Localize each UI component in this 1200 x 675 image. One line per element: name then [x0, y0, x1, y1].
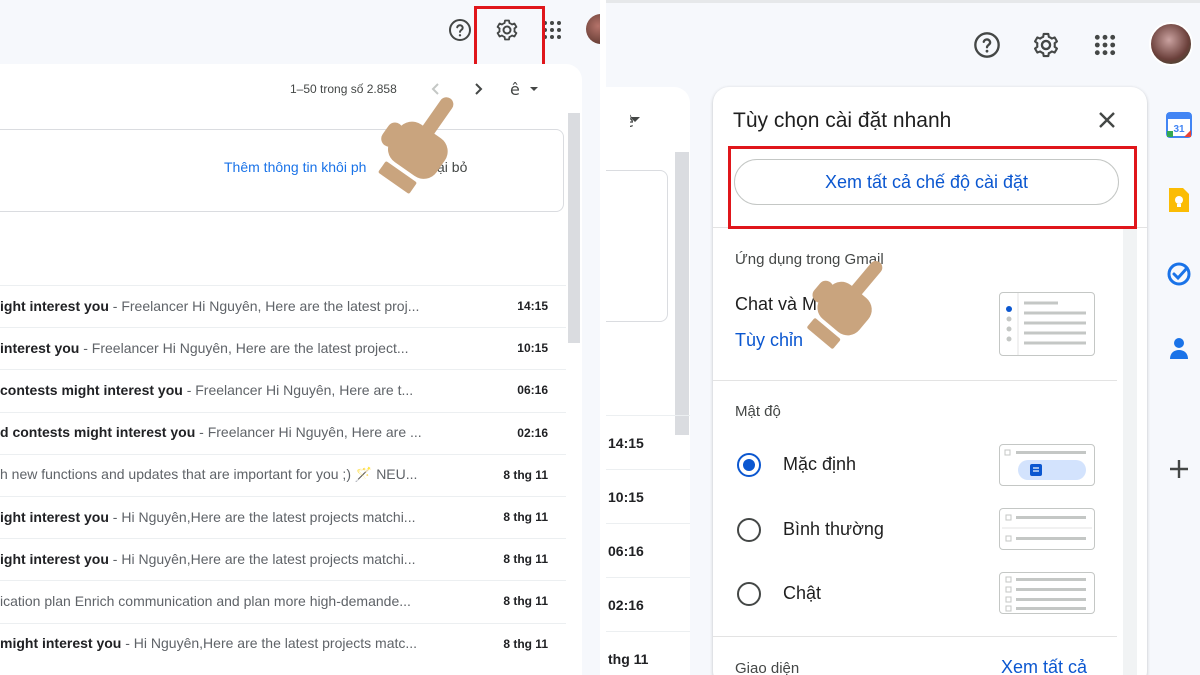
input-tools-icon[interactable]: ê [508, 80, 542, 98]
customize-link[interactable]: Tùy chỉn [735, 330, 803, 351]
gmail-quick-settings-right: ê 14:1510:1506:1602:16thg 11 Tùy chọn cà… [606, 0, 1200, 675]
density-normal-radio[interactable] [737, 518, 761, 542]
keep-icon[interactable] [1165, 186, 1193, 214]
chevron-right-icon[interactable] [470, 81, 486, 97]
theme-heading: Giao diện [735, 660, 800, 675]
density-compact-label: Chật [783, 583, 822, 603]
email-row[interactable]: d contests might interest you - Freelanc… [0, 411, 566, 454]
email-time: 02:16 [511, 425, 548, 440]
email-time: 8 thg 11 [497, 467, 548, 482]
email-preview: interest you - Freelancer Hi Nguyên, Her… [0, 340, 548, 358]
email-preview: ight interest you - Hi Nguyên,Here are t… [0, 551, 548, 569]
contacts-icon[interactable] [1165, 334, 1193, 362]
email-subject: d contests might interest you [0, 424, 196, 441]
scrollbar[interactable] [675, 152, 689, 435]
screenshot-root: 1–50 trong số 2.858 ê Thêm thông tin khô… [0, 0, 1200, 675]
email-row[interactable]: might interest you - Hi Nguyên,Here are … [0, 622, 566, 665]
email-row[interactable]: ight interest you - Freelancer Hi Nguyên… [0, 285, 566, 327]
chat-layout-preview [999, 292, 1095, 356]
density-default-radio[interactable] [737, 453, 761, 477]
svg-text:ê: ê [510, 80, 520, 98]
add-app-plus-icon[interactable] [1165, 455, 1193, 483]
email-row[interactable]: ication plan Enrich communication and pl… [0, 580, 566, 622]
email-subject: ight interest you [0, 550, 109, 567]
email-list: ight interest you - Freelancer Hi Nguyên… [0, 285, 566, 665]
email-snippet: ication plan Enrich communication and pl… [0, 592, 411, 609]
help-icon[interactable] [447, 17, 473, 43]
density-compact-preview [999, 572, 1095, 614]
divider [713, 380, 1117, 381]
email-snippet: - Freelancer Hi Nguyên, Here are t... [182, 381, 414, 398]
scrollbar[interactable] [568, 113, 580, 343]
quick-settings-title: Tùy chọn cài đặt nhanh [733, 109, 952, 132]
pointing-hand-icon [378, 97, 454, 194]
email-time: 10:15 [511, 341, 548, 356]
email-row[interactable]: ight interest you - Hi Nguyên,Here are t… [0, 538, 566, 580]
email-time: thg 11 [606, 631, 690, 675]
email-time: 8 thg 11 [497, 509, 548, 524]
email-preview: ication plan Enrich communication and pl… [0, 593, 548, 611]
top-border [606, 0, 1200, 3]
email-time: 10:15 [606, 469, 690, 523]
email-preview: contests might interest you - Freelancer… [0, 382, 548, 400]
email-snippet: - Freelancer Hi Nguyên, Here are the lat… [108, 297, 420, 314]
calendar-icon[interactable]: 31 [1165, 111, 1193, 139]
email-preview: ight interest you - Hi Nguyên,Here are t… [0, 509, 548, 527]
email-snippet: - Freelancer Hi Nguyên, Here are the lat… [79, 339, 409, 356]
email-subject: ight interest you [0, 297, 109, 314]
gmail-inbox-left: 1–50 trong số 2.858 ê Thêm thông tin khô… [0, 0, 600, 675]
email-time: 06:16 [606, 523, 690, 577]
density-default-preview [999, 444, 1095, 486]
email-time: 8 thg 11 [497, 636, 548, 651]
calendar-date: 31 [1173, 124, 1185, 135]
email-times-partial: 14:15 10:15 06:16 02:16 thg 11 [606, 415, 690, 675]
density-normal-label: Bình thường [783, 519, 884, 539]
side-apps-bar: 31 [1160, 0, 1200, 675]
apps-grid-icon[interactable] [1092, 32, 1118, 58]
email-time: 8 thg 11 [497, 552, 548, 567]
email-subject: contests might interest you [0, 381, 183, 398]
divider [713, 636, 1117, 637]
email-preview: h new functions and updates that are imp… [0, 466, 548, 484]
email-subject: interest you [0, 339, 80, 356]
email-time: 14:15 [606, 415, 690, 469]
panel-scrollbar[interactable] [1123, 228, 1137, 675]
density-normal-preview [999, 508, 1095, 550]
email-row[interactable]: contests might interest you - Freelancer… [0, 369, 566, 411]
recovery-info-banner-partial [606, 170, 668, 322]
density-heading: Mật độ [735, 403, 781, 420]
tasks-icon[interactable] [1165, 260, 1193, 288]
email-snippet: - Hi Nguyên,Here are the latest projects… [108, 550, 416, 567]
email-time: 14:15 [511, 299, 548, 313]
email-row[interactable]: interest you - Freelancer Hi Nguyên, Her… [0, 327, 566, 369]
email-snippet: - Hi Nguyên,Here are the latest projects… [108, 508, 416, 525]
density-default-label: Mặc định [783, 454, 857, 474]
email-time: 8 thg 11 [497, 594, 548, 609]
email-preview: d contests might interest you - Freelanc… [0, 424, 548, 442]
account-avatar[interactable] [586, 14, 600, 44]
density-compact-radio[interactable] [737, 582, 761, 606]
pointing-hand-icon [807, 261, 883, 349]
email-snippet: - Freelancer Hi Nguyên, Here are ... [195, 424, 422, 441]
email-row[interactable]: ight interest you - Hi Nguyên,Here are t… [0, 495, 566, 538]
email-preview: ight interest you - Freelancer Hi Nguyên… [0, 298, 548, 316]
email-row[interactable]: h new functions and updates that are imp… [0, 453, 566, 496]
theme-see-all-link[interactable]: Xem tất cả [1001, 657, 1087, 675]
email-subject: ight interest you [0, 508, 109, 525]
email-preview: might interest you - Hi Nguyên,Here are … [0, 635, 548, 653]
highlight-box-see-all [728, 146, 1137, 229]
input-tools-icon[interactable]: ê [624, 112, 670, 133]
email-time: 06:16 [511, 383, 548, 398]
banner-add-recovery-link[interactable]: Thêm thông tin khôi ph [224, 159, 366, 175]
email-time: 02:16 [606, 577, 690, 631]
email-subject: might interest you [0, 635, 122, 652]
close-icon[interactable] [1093, 107, 1121, 135]
help-icon[interactable] [972, 30, 1002, 60]
email-snippet: - Hi Nguyên,Here are the latest projects… [121, 635, 418, 652]
email-snippet: h new functions and updates that are imp… [0, 466, 418, 483]
svg-text:ê: ê [630, 112, 634, 130]
settings-gear-icon[interactable] [1031, 30, 1061, 60]
